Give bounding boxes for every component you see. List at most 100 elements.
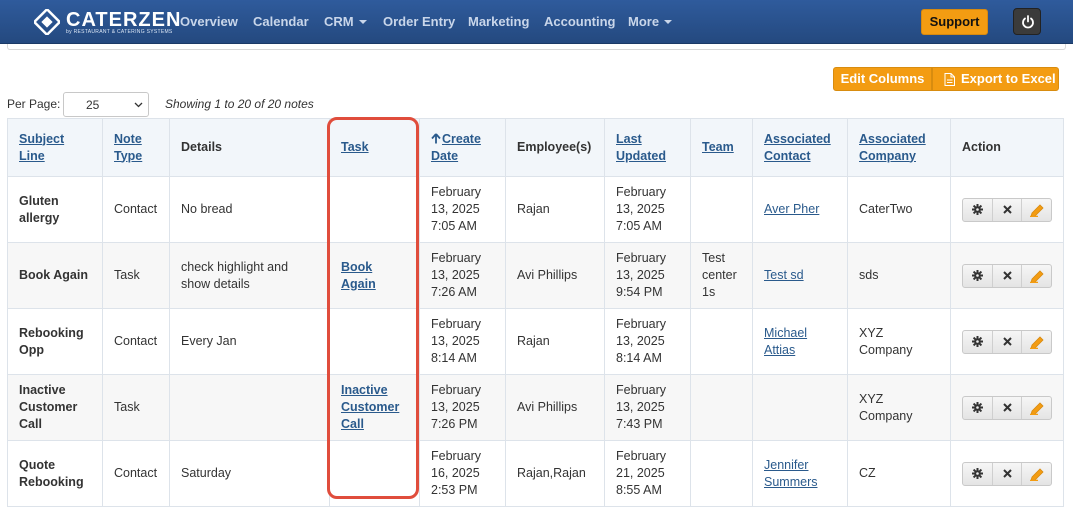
cell-team bbox=[690, 176, 753, 243]
cell-note-type: Contact bbox=[102, 440, 170, 507]
cell-team bbox=[690, 440, 753, 507]
cell-create-date: February 13, 2025 7:26 PM bbox=[419, 374, 506, 441]
cell-note-type: Contact bbox=[102, 176, 170, 243]
support-button[interactable]: Support bbox=[921, 9, 988, 35]
cell-last-updated: February 13, 2025 7:05 AM bbox=[604, 176, 691, 243]
settings-button[interactable] bbox=[963, 265, 992, 287]
edit-button[interactable] bbox=[1021, 330, 1051, 353]
delete-button[interactable] bbox=[992, 462, 1021, 485]
header-task[interactable]: Task bbox=[329, 118, 420, 177]
cell-action bbox=[950, 176, 1064, 243]
sort-arrow-up-icon bbox=[431, 132, 441, 143]
cell-task bbox=[329, 176, 420, 243]
table-row: Gluten allergy Contact No bread February… bbox=[7, 176, 1064, 243]
settings-button[interactable] bbox=[963, 331, 992, 353]
cell-last-updated: February 21, 2025 8:55 AM bbox=[604, 440, 691, 507]
settings-button[interactable] bbox=[963, 463, 992, 485]
nav-calendar[interactable]: Calendar bbox=[253, 14, 309, 29]
cell-task: Book Again bbox=[329, 242, 420, 309]
header-last-updated[interactable]: Last Updated bbox=[604, 118, 691, 177]
task-link[interactable]: Book Again bbox=[341, 260, 376, 291]
settings-button[interactable] bbox=[963, 199, 992, 221]
row-action-group bbox=[962, 263, 1052, 288]
cell-subject: Book Again bbox=[7, 242, 103, 309]
table-row: Book Again Task check highlight and show… bbox=[7, 242, 1064, 309]
cell-employees: Rajan bbox=[505, 308, 605, 375]
cell-subject: Quote Rebooking bbox=[7, 440, 103, 507]
edit-button[interactable] bbox=[1021, 198, 1051, 221]
sort-subject-line-link[interactable]: Subject Line bbox=[19, 132, 64, 163]
close-icon bbox=[1002, 271, 1012, 280]
cell-contact: Aver Pher bbox=[752, 176, 848, 243]
cell-create-date: February 13, 2025 7:26 AM bbox=[419, 242, 506, 309]
contact-link[interactable]: Michael Attias bbox=[764, 326, 807, 357]
cell-contact: Michael Attias bbox=[752, 308, 848, 375]
edit-button[interactable] bbox=[1021, 462, 1051, 485]
cell-last-updated: February 13, 2025 8:14 AM bbox=[604, 308, 691, 375]
export-excel-button[interactable]: Export to Excel bbox=[932, 67, 1059, 91]
gear-icon bbox=[972, 336, 983, 347]
nav-marketing[interactable]: Marketing bbox=[468, 14, 529, 29]
sort-task-link[interactable]: Task bbox=[341, 140, 369, 154]
close-icon bbox=[1002, 403, 1012, 412]
cell-employees: Avi Phillips bbox=[505, 242, 605, 309]
cell-action bbox=[950, 308, 1064, 375]
edit-button[interactable] bbox=[1021, 264, 1051, 287]
cell-company: CZ bbox=[847, 440, 951, 507]
per-page-select[interactable]: 25 bbox=[63, 92, 149, 117]
power-icon bbox=[1022, 15, 1034, 29]
contact-link[interactable]: Aver Pher bbox=[764, 202, 819, 216]
cell-company: XYZ Company bbox=[847, 308, 951, 375]
gear-icon bbox=[972, 270, 983, 281]
logout-button[interactable] bbox=[1013, 8, 1041, 35]
sort-team-link[interactable]: Team bbox=[702, 140, 734, 154]
cell-task bbox=[329, 308, 420, 375]
header-team[interactable]: Team bbox=[690, 118, 753, 177]
cell-create-date: February 13, 2025 8:14 AM bbox=[419, 308, 506, 375]
cell-details: Every Jan bbox=[169, 308, 330, 375]
per-page-value: 25 bbox=[86, 98, 100, 112]
cell-team bbox=[690, 308, 753, 375]
notes-table: Subject Line Note Type Details Task Crea… bbox=[7, 118, 1064, 507]
nav-order-entry[interactable]: Order Entry bbox=[383, 14, 455, 29]
cell-details: No bread bbox=[169, 176, 330, 243]
edit-button[interactable] bbox=[1021, 396, 1051, 419]
sort-last-updated-link[interactable]: Last Updated bbox=[616, 132, 666, 163]
nav-crm[interactable]: CRM bbox=[324, 14, 367, 29]
cell-details: Saturday bbox=[169, 440, 330, 507]
nav-overview[interactable]: Overview bbox=[180, 14, 238, 29]
contact-link[interactable]: Jennifer Summers bbox=[764, 458, 817, 489]
sort-associated-company-link[interactable]: Associated Company bbox=[859, 132, 926, 163]
close-icon bbox=[1002, 469, 1012, 478]
delete-button[interactable] bbox=[992, 396, 1021, 419]
sort-associated-contact-link[interactable]: Associated Contact bbox=[764, 132, 831, 163]
header-associated-company[interactable]: Associated Company bbox=[847, 118, 951, 177]
showing-count-text: Showing 1 to 20 of 20 notes bbox=[165, 97, 314, 111]
delete-button[interactable] bbox=[992, 198, 1021, 221]
caterzen-logo[interactable]: CATERZEN by RESTAURANT & CATERING SYSTEM… bbox=[32, 8, 192, 38]
edit-columns-button[interactable]: Edit Columns bbox=[833, 67, 932, 91]
cell-contact: Jennifer Summers bbox=[752, 440, 848, 507]
cell-action bbox=[950, 440, 1064, 507]
settings-button[interactable] bbox=[963, 397, 992, 419]
header-create-date[interactable]: Create Date bbox=[419, 118, 506, 177]
nav-accounting[interactable]: Accounting bbox=[544, 14, 616, 29]
task-link[interactable]: Inactive Customer Call bbox=[341, 383, 399, 431]
header-subject-line[interactable]: Subject Line bbox=[7, 118, 103, 177]
pencil-icon bbox=[1029, 335, 1044, 349]
pencil-icon bbox=[1029, 203, 1044, 217]
delete-button[interactable] bbox=[992, 264, 1021, 287]
header-action: Action bbox=[950, 118, 1064, 177]
pencil-icon bbox=[1029, 401, 1044, 415]
chevron-down-icon bbox=[134, 102, 143, 108]
document-icon bbox=[944, 73, 955, 86]
header-note-type[interactable]: Note Type bbox=[102, 118, 170, 177]
sort-note-type-link[interactable]: Note Type bbox=[114, 132, 142, 163]
cell-create-date: February 13, 2025 7:05 AM bbox=[419, 176, 506, 243]
nav-crm-label: CRM bbox=[324, 14, 354, 29]
header-associated-contact[interactable]: Associated Contact bbox=[752, 118, 848, 177]
logo-diamond-icon bbox=[34, 9, 60, 35]
delete-button[interactable] bbox=[992, 330, 1021, 353]
nav-more[interactable]: More bbox=[628, 14, 673, 29]
contact-link[interactable]: Test sd bbox=[764, 268, 804, 282]
